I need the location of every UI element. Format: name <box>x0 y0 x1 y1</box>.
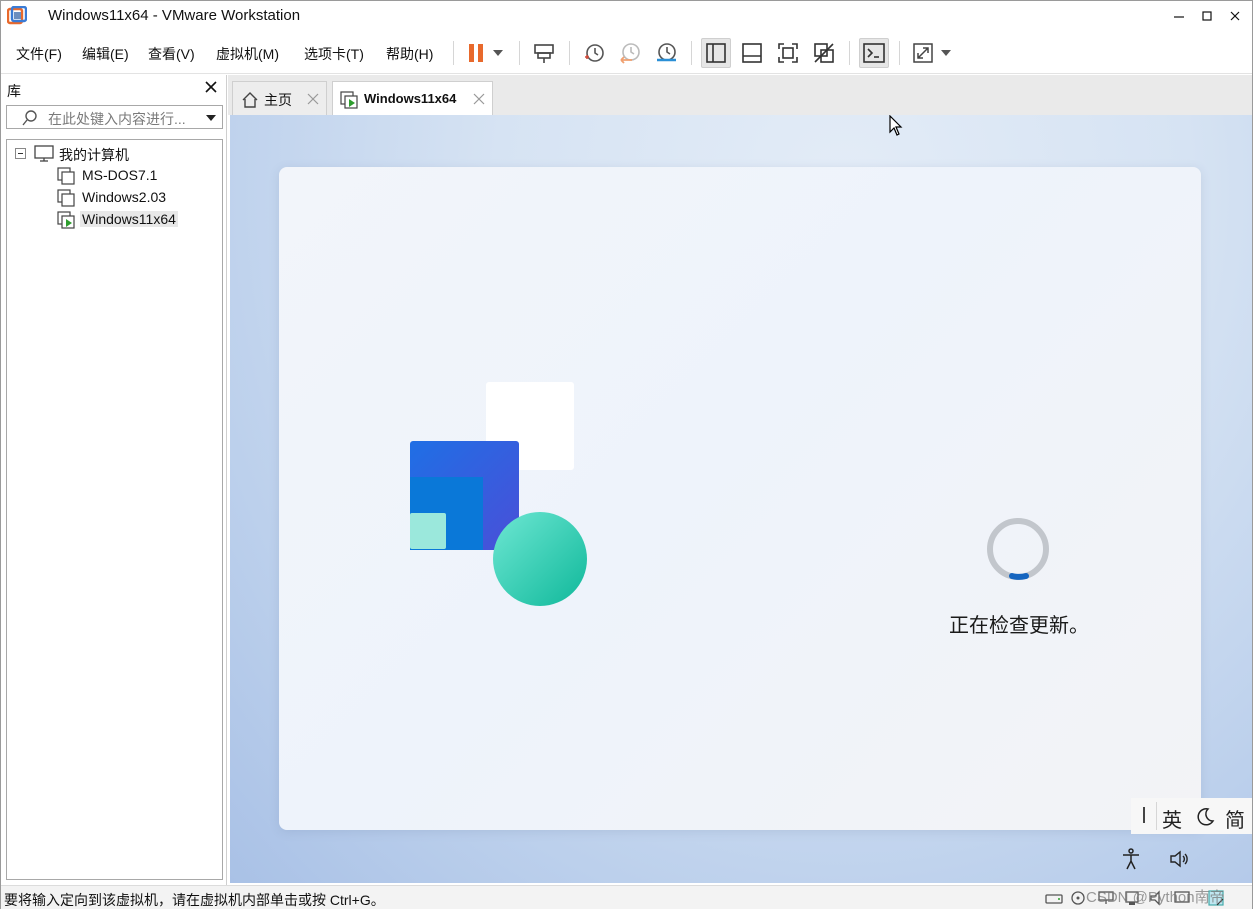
ime-divider <box>1156 802 1157 830</box>
thumbnail-bar-button[interactable] <box>737 38 767 68</box>
show-library-icon <box>706 43 726 63</box>
revert-snapshot-button[interactable] <box>615 38 645 68</box>
vm-icon <box>57 167 75 185</box>
tree-root-label: 我的计算机 <box>59 147 129 163</box>
toolbar-separator <box>691 41 692 65</box>
toolbar-separator <box>849 41 850 65</box>
dropdown-icon <box>493 50 503 56</box>
title-bar: Windows11x64 - VMware Workstation <box>1 1 1252 32</box>
menu-toolbar: 文件(F) 编辑(E) 查看(V) 虚拟机(M) 选项卡(T) 帮助(H) <box>1 32 1252 74</box>
volume-icon[interactable] <box>1168 847 1192 871</box>
dropdown-icon <box>941 50 951 56</box>
menu-file[interactable]: 文件(F) <box>16 44 62 64</box>
home-icon <box>242 92 258 108</box>
toolbar-separator <box>899 41 900 65</box>
unity-button[interactable] <box>809 38 839 68</box>
unity-icon <box>814 43 834 63</box>
toolbar-separator <box>453 41 454 65</box>
full-screen-button[interactable] <box>773 38 803 68</box>
search-icon <box>22 110 37 126</box>
snapshot-manager-button[interactable] <box>651 38 681 68</box>
full-screen-icon <box>778 43 798 63</box>
setup-card: 正在检查更新。 <box>279 167 1201 830</box>
menu-vm[interactable]: 虚拟机(M) <box>216 44 279 64</box>
running-vm-icon <box>340 91 358 109</box>
tab-windows11[interactable]: Windows11x64 <box>332 81 493 115</box>
revert-snapshot-icon <box>620 43 640 64</box>
tree-item-label: Windows11x64 <box>80 211 178 227</box>
library-panel: 库 在此处键入内容进行... 我的计算机 MS-DOS7.1 Windows2.… <box>1 75 227 885</box>
maximize-button[interactable] <box>1193 1 1221 31</box>
vm-display[interactable]: 正在检查更新。 英 简 <box>230 115 1252 883</box>
search-placeholder: 在此处键入内容进行... <box>48 111 186 127</box>
tab-windows11-label: Windows11x64 <box>364 91 457 106</box>
tab-strip: 主页 Windows11x64 <box>228 75 1252 115</box>
ime-layout-toggle[interactable]: 简 <box>1225 804 1245 833</box>
update-status-text: 正在检查更新。 <box>949 615 1089 637</box>
library-search-input[interactable]: 在此处键入内容进行... <box>6 105 223 129</box>
close-window-button[interactable] <box>1221 1 1249 31</box>
moon-icon[interactable] <box>1195 807 1215 827</box>
take-snapshot-button[interactable] <box>579 38 609 68</box>
close-tab-icon[interactable] <box>473 93 485 105</box>
loading-spinner-icon <box>987 518 1049 580</box>
stretch-dropdown-button[interactable] <box>935 38 957 68</box>
vmware-logo-icon <box>7 6 27 25</box>
tree-item-label: MS-DOS7.1 <box>82 167 158 183</box>
collapse-icon[interactable] <box>15 148 26 159</box>
toolbar-separator <box>569 41 570 65</box>
close-icon <box>1230 11 1240 21</box>
accessibility-icon[interactable] <box>1119 847 1143 871</box>
minimize-button[interactable] <box>1165 1 1193 31</box>
ime-handle[interactable] <box>1143 807 1145 823</box>
computer-icon <box>34 145 54 162</box>
status-message: 要将输入定向到该虚拟机，请在虚拟机内部单击或按 Ctrl+G。 <box>4 892 385 908</box>
stretch-icon <box>913 43 933 63</box>
windows-setup-illustration-icon <box>410 382 587 606</box>
cd-drive-icon[interactable] <box>1069 890 1087 906</box>
ime-bar: 英 简 <box>1131 798 1252 834</box>
menu-view[interactable]: 查看(V) <box>148 44 195 64</box>
tab-home[interactable]: 主页 <box>232 81 327 115</box>
menu-tabs[interactable]: 选项卡(T) <box>304 44 364 64</box>
snapshot-manager-icon <box>657 43 676 62</box>
tree-item-label: Windows2.03 <box>82 189 167 205</box>
library-title: 库 <box>7 83 21 99</box>
status-bar: 要将输入定向到该虚拟机，请在虚拟机内部单击或按 Ctrl+G。 CSDN @Py… <box>1 885 1252 909</box>
tab-home-label: 主页 <box>264 92 292 108</box>
minimize-icon <box>1174 16 1184 18</box>
send-ctrl-alt-del-icon <box>534 44 554 63</box>
vmware-window: Windows11x64 - VMware Workstation 文件(F) … <box>0 0 1253 909</box>
running-vm-icon <box>57 211 75 229</box>
thumbnail-bar-icon <box>742 43 762 63</box>
library-tree: 我的计算机 MS-DOS7.1 Windows2.03 Windows11x64 <box>6 139 223 880</box>
close-library-icon[interactable] <box>202 78 220 96</box>
snapshot-icon <box>585 44 604 62</box>
maximize-icon <box>1202 11 1212 21</box>
power-dropdown-button[interactable] <box>487 38 509 68</box>
console-view-button[interactable] <box>859 38 889 68</box>
csdn-watermark: CSDN @Python南帝 <box>1086 889 1225 906</box>
show-library-button[interactable] <box>701 38 731 68</box>
vm-icon <box>57 189 75 207</box>
menu-help[interactable]: 帮助(H) <box>386 44 433 64</box>
toolbar-separator <box>519 41 520 65</box>
console-view-icon <box>863 43 885 63</box>
menu-edit[interactable]: 编辑(E) <box>82 44 129 64</box>
send-ctrl-alt-del-button[interactable] <box>529 38 559 68</box>
hard-disk-icon[interactable] <box>1045 890 1063 906</box>
dropdown-icon[interactable] <box>205 113 217 123</box>
close-tab-icon[interactable] <box>307 93 319 105</box>
pause-icon <box>469 44 483 62</box>
ime-mode-toggle[interactable]: 英 <box>1162 804 1182 833</box>
mouse-cursor-icon <box>889 115 903 136</box>
window-title: Windows11x64 - VMware Workstation <box>48 7 301 24</box>
